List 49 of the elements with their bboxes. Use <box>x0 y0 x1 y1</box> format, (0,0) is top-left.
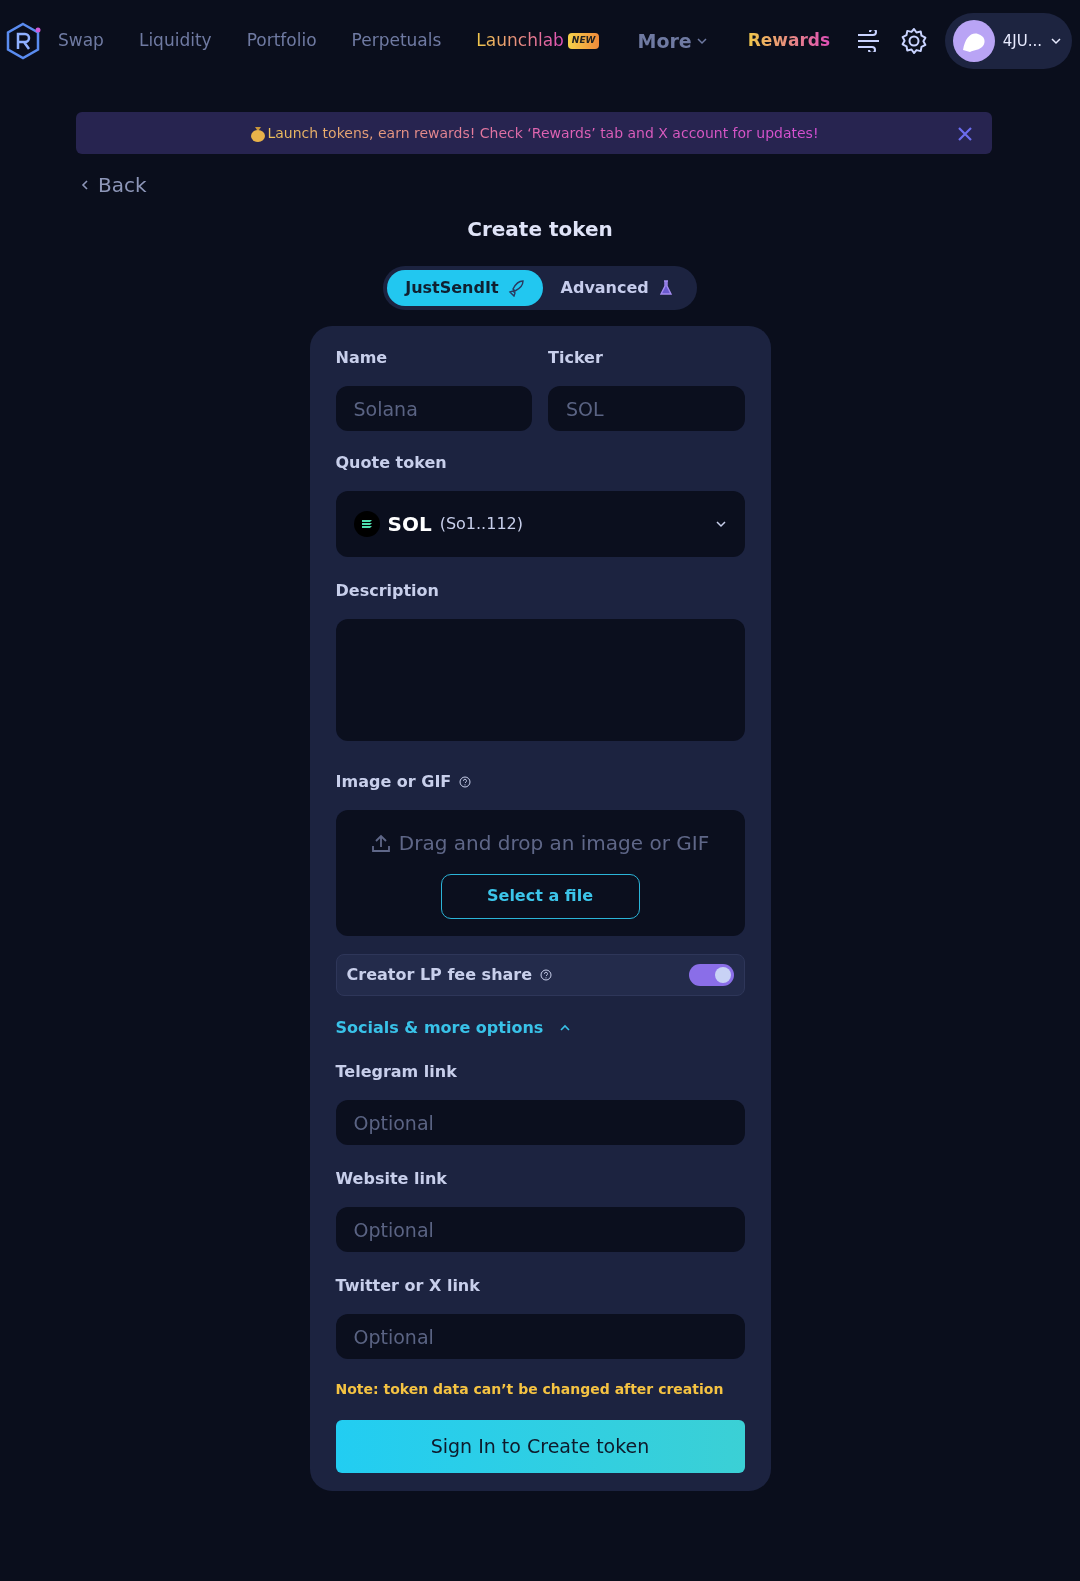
field-label: Website link <box>335 1168 448 1190</box>
input-field[interactable]: Optional <box>335 1100 745 1145</box>
mode-tab[interactable]: JustSendIt <box>387 270 543 306</box>
help-icon <box>459 776 472 788</box>
field-label: Description <box>335 580 440 602</box>
field-label: Twitter or X link <box>335 1275 481 1297</box>
field-label: Quote token <box>335 452 448 474</box>
nav-link[interactable]: Liquidity <box>138 28 212 54</box>
drop-zone[interactable]: Drag and drop an image or GIF Select a file <box>335 810 745 936</box>
input-field[interactable]: Solana <box>335 386 532 431</box>
nav-link[interactable]: Portfolio <box>246 28 317 54</box>
chevron-down-icon <box>714 518 727 530</box>
token-symbol: SOL <box>387 511 432 538</box>
rocket-icon <box>506 279 525 297</box>
money-bag-icon <box>249 124 268 142</box>
chevron-down-icon <box>1050 35 1062 47</box>
description-field[interactable] <box>335 619 745 741</box>
avatar-icon <box>952 20 995 62</box>
help-icon <box>540 969 553 981</box>
chevron-down-icon <box>695 35 708 47</box>
logo-icon <box>4 22 42 60</box>
field-label: Telegram link <box>335 1061 458 1083</box>
upload-icon <box>370 832 391 853</box>
token-icon <box>353 511 380 537</box>
mode-tab[interactable]: Advanced <box>542 270 693 306</box>
drop-text: Drag and drop an image or GIF <box>398 829 710 857</box>
note-text: Note: token data can’t be changed after creation <box>335 1380 725 1399</box>
socials-toggle[interactable]: Socials & more options <box>335 1016 572 1040</box>
back-link[interactable]: Back <box>80 170 147 200</box>
nav-dropdown[interactable]: More <box>637 26 708 56</box>
fee-share-label: Creator LP fee share <box>346 964 533 986</box>
toggle-switch[interactable] <box>688 964 734 986</box>
select-file-button[interactable]: Select a file <box>440 873 640 919</box>
token-select[interactable]: SOL (So1..112) <box>335 491 745 557</box>
nav-link[interactable]: Swap <box>58 28 104 54</box>
nav-link[interactable]: Perpetuals <box>351 28 442 54</box>
submit-button[interactable]: Sign In to Create token <box>335 1420 745 1473</box>
field-label: Name <box>335 347 389 369</box>
new-badge: NEW <box>567 33 600 49</box>
input-field[interactable]: Optional <box>335 1314 745 1359</box>
input-field[interactable]: Optional <box>335 1207 745 1252</box>
field-label: Image or GIF <box>335 771 452 793</box>
input-field[interactable]: SOL <box>548 386 745 431</box>
page-title: Create token <box>467 217 613 241</box>
settings-icon <box>900 27 929 55</box>
account-button[interactable]: 4JU... <box>944 13 1072 69</box>
token-address: (So1..112) <box>439 513 523 535</box>
chevron-left-icon <box>80 179 90 191</box>
field-label: Ticker <box>548 347 604 369</box>
